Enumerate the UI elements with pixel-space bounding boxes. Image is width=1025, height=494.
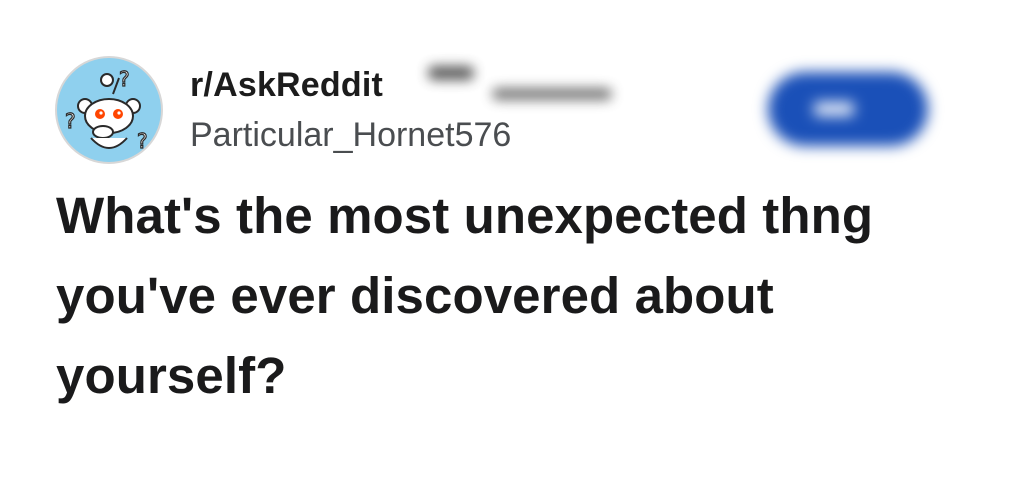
post-title[interactable]: What's the most unexpected thng you've e… [56,176,996,416]
author-username-link[interactable]: Particular_Hornet576 [190,116,511,155]
subreddit-avatar[interactable]: ? ? ? [55,56,163,164]
post-header: ? ? ? r/AskReddit Particular_Hornet576 [0,0,1025,180]
redacted-text [492,88,612,100]
join-button[interactable] [768,72,928,146]
svg-text:?: ? [119,67,130,91]
svg-text:?: ? [137,129,148,153]
subreddit-name-link[interactable]: r/AskReddit [190,66,383,105]
redacted-text [428,66,474,80]
askreddit-snoo-icon: ? ? ? [64,66,148,153]
join-button-label-redacted [814,102,854,116]
svg-text:?: ? [65,109,76,133]
